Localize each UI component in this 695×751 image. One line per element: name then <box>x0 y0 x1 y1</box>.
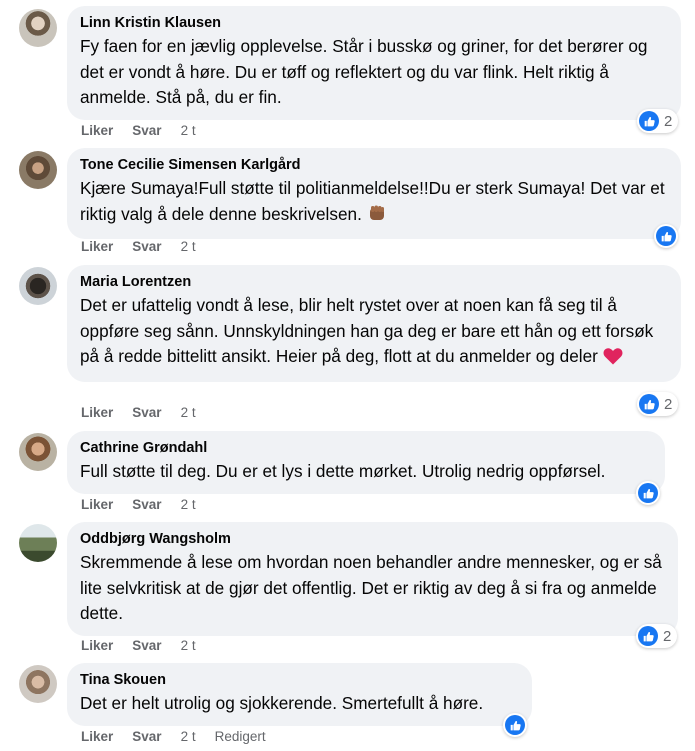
comment-timestamp[interactable]: 2 t <box>181 123 196 138</box>
comment-timestamp[interactable]: 2 t <box>181 729 196 744</box>
comment-actions: Liker Svar 2 t <box>81 123 215 138</box>
reaction-count[interactable]: 2 <box>637 392 679 416</box>
reply-action[interactable]: Svar <box>132 638 161 653</box>
avatar[interactable] <box>19 151 57 189</box>
reply-action[interactable]: Svar <box>132 123 161 138</box>
comment-bubble: Maria Lorentzen Det er ufattelig vondt å… <box>67 265 681 382</box>
avatar[interactable] <box>19 665 57 703</box>
like-action[interactable]: Liker <box>81 123 113 138</box>
reaction-number: 2 <box>664 112 673 130</box>
raised-fist-emoji <box>367 203 387 231</box>
reaction-number: 2 <box>664 395 673 413</box>
like-icon <box>639 111 659 131</box>
comment-timestamp[interactable]: 2 t <box>181 239 196 254</box>
reply-action[interactable]: Svar <box>132 729 161 744</box>
comment-text: Det er helt utrolig og sjokkerende. Smer… <box>80 693 484 713</box>
like-action[interactable]: Liker <box>81 405 113 420</box>
comment-actions: Liker Svar 2 t <box>81 497 215 512</box>
reaction-number: 2 <box>663 627 672 645</box>
comment-actions: Liker Svar 2 t Redigert <box>81 729 285 744</box>
comment-actions: Liker Svar 2 t <box>81 638 215 653</box>
comment-text: Fy faen for en jævlig opplevelse. Står i… <box>80 36 648 107</box>
like-icon <box>638 483 658 503</box>
comment-actions: Liker Svar 2 t <box>81 239 215 254</box>
like-icon <box>639 394 659 414</box>
comment-author[interactable]: Tone Cecilie Simensen Karlgård <box>80 156 669 175</box>
comment-bubble: Oddbjørg Wangsholm Skremmende å lese om … <box>67 522 678 636</box>
comment-author[interactable]: Maria Lorentzen <box>80 273 669 292</box>
reply-action[interactable]: Svar <box>132 497 161 512</box>
reaction-count[interactable]: 2 <box>637 109 679 133</box>
like-action[interactable]: Liker <box>81 239 113 254</box>
like-icon <box>505 715 525 735</box>
like-icon <box>656 226 676 246</box>
like-icon <box>638 626 658 646</box>
comment-text: Kjære Sumaya!Full støtte til politianmel… <box>80 176 669 230</box>
avatar[interactable] <box>19 433 57 471</box>
reaction-count[interactable] <box>654 224 678 248</box>
reaction-count[interactable]: 2 <box>636 624 678 648</box>
comment-text: Skremmende å lese om hvordan noen behand… <box>80 552 662 623</box>
comment-actions: Liker Svar 2 t <box>81 405 215 420</box>
comment-text-content: Det er ufattelig vondt å lese, blir helt… <box>80 295 654 366</box>
comment-author[interactable]: Oddbjørg Wangsholm <box>80 530 666 549</box>
comment-bubble: Tone Cecilie Simensen Karlgård Kjære Sum… <box>67 148 681 239</box>
like-action[interactable]: Liker <box>81 729 113 744</box>
comment-author[interactable]: Linn Kristin Klausen <box>80 14 669 33</box>
avatar[interactable] <box>19 524 57 562</box>
reply-action[interactable]: Svar <box>132 405 161 420</box>
comment-bubble: Cathrine Grøndahl Full støtte til deg. D… <box>67 431 665 494</box>
reaction-count[interactable] <box>636 481 660 505</box>
avatar[interactable] <box>19 267 57 305</box>
comment-timestamp[interactable]: 2 t <box>181 405 196 420</box>
comment-author[interactable]: Tina Skouen <box>80 671 520 690</box>
comment-bubble: Tina Skouen Det er helt utrolig og sjokk… <box>67 663 532 726</box>
comment-timestamp[interactable]: 2 t <box>181 638 196 653</box>
like-action[interactable]: Liker <box>81 638 113 653</box>
comment-text: Det er ufattelig vondt å lese, blir helt… <box>80 293 669 373</box>
comment-bubble: Linn Kristin Klausen Fy faen for en jævl… <box>67 6 681 120</box>
reaction-count[interactable] <box>503 713 527 737</box>
red-heart-emoji <box>603 347 623 373</box>
reply-action[interactable]: Svar <box>132 239 161 254</box>
comment-timestamp[interactable]: 2 t <box>181 497 196 512</box>
like-action[interactable]: Liker <box>81 497 113 512</box>
avatar[interactable] <box>19 9 57 47</box>
comment-text: Full støtte til deg. Du er et lys i dett… <box>80 461 606 481</box>
edited-label[interactable]: Redigert <box>215 729 266 744</box>
comment-author[interactable]: Cathrine Grøndahl <box>80 439 653 458</box>
